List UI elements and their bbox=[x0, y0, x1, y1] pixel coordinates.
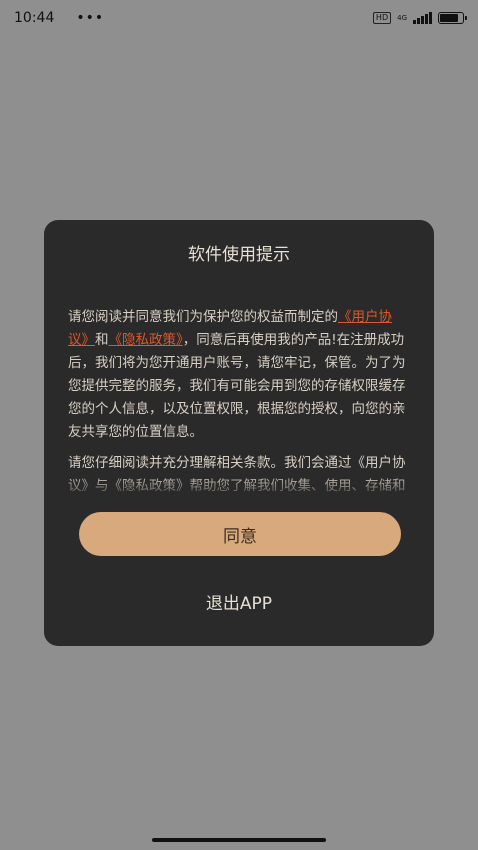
network-type-label: 4G bbox=[397, 14, 407, 22]
status-bar: 10:44 ••• HD 4G bbox=[0, 0, 478, 36]
dialog-title: 软件使用提示 bbox=[188, 245, 290, 265]
network-type: 4G bbox=[397, 14, 407, 22]
hd-icon: HD bbox=[372, 12, 392, 24]
terms-scroll-area[interactable]: 请您阅读并同意我们为保护您的权益而制定的《用户协议》和《隐私政策》，同意后再使用… bbox=[68, 306, 412, 496]
terms-suffix: ，同意后再使用我的产品!在注册成功后，我们将为您开通用户账号，请您牢记，保管。为… bbox=[68, 332, 406, 440]
home-indicator[interactable] bbox=[152, 838, 326, 842]
status-left: 10:44 ••• bbox=[14, 10, 104, 26]
battery-icon bbox=[438, 12, 467, 24]
scroll-fade bbox=[68, 474, 412, 498]
more-dots-icon: ••• bbox=[76, 10, 105, 26]
permission-dialog: 软件使用提示 请您阅读并同意我们为保护您的权益而制定的《用户协议》和《隐私政策》… bbox=[44, 220, 434, 646]
signal-icon bbox=[413, 12, 432, 24]
status-right: HD 4G bbox=[372, 12, 467, 24]
terms-prefix: 请您阅读并同意我们为保护您的权益而制定的 bbox=[68, 309, 338, 325]
terms-paragraph-1: 请您阅读并同意我们为保护您的权益而制定的《用户协议》和《隐私政策》，同意后再使用… bbox=[68, 306, 412, 444]
agree-button[interactable]: 同意 bbox=[79, 512, 401, 556]
battery-fill bbox=[440, 14, 458, 22]
terms-and: 和 bbox=[95, 332, 109, 348]
exit-app-button[interactable]: 退出APP bbox=[44, 586, 434, 616]
privacy-policy-link[interactable]: 《隐私政策》 bbox=[109, 332, 183, 348]
status-time: 10:44 bbox=[14, 10, 55, 26]
